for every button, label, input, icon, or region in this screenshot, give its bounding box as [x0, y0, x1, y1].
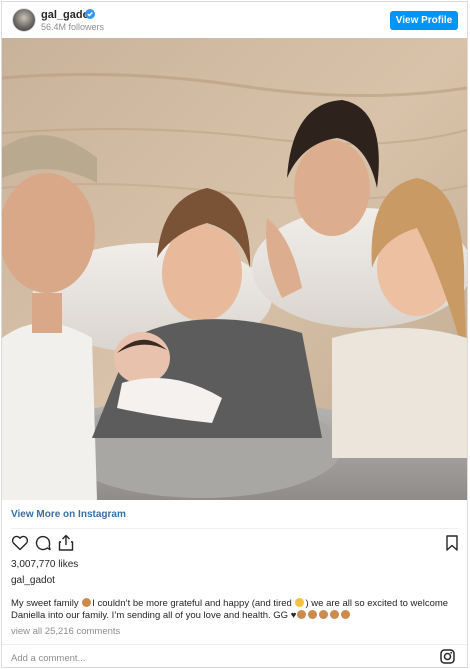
hands-emoji-icon: [308, 610, 318, 619]
view-more-link[interactable]: View More on Instagram: [11, 509, 126, 520]
avatar[interactable]: [12, 8, 36, 32]
hands-emoji-icon: [319, 610, 329, 619]
post-header: gal_gadot 56.4M followers View Profile: [2, 2, 467, 38]
verified-badge-icon: [85, 9, 95, 19]
divider: [11, 528, 458, 529]
family-photo: [2, 38, 467, 500]
caption-text: My sweet family: [11, 598, 82, 609]
caption-text: I couldn’t be more grateful and happy (a…: [92, 598, 295, 609]
divider: [2, 644, 467, 645]
tired-face-emoji-icon: [295, 598, 305, 607]
instagram-icon[interactable]: [440, 649, 455, 664]
post-photo[interactable]: [2, 38, 467, 500]
poster-username[interactable]: gal_gadot: [11, 575, 55, 586]
add-comment-input[interactable]: Add a comment...: [11, 653, 85, 664]
heart-icon[interactable]: [11, 534, 29, 552]
caption: My sweet family I couldn’t be more grate…: [11, 598, 461, 622]
share-icon[interactable]: [57, 534, 75, 552]
hands-emoji-icon: [82, 598, 92, 607]
instagram-embed: gal_gadot 56.4M followers View Profile V…: [1, 1, 468, 668]
view-profile-button[interactable]: View Profile: [390, 11, 458, 30]
hands-emoji-icon: [341, 610, 351, 619]
hands-emoji-icon: [297, 610, 307, 619]
follower-count: 56.4M followers: [41, 22, 105, 32]
action-bar: [11, 534, 461, 554]
comment-icon[interactable]: [34, 534, 52, 552]
hands-emoji-icon: [330, 610, 340, 619]
like-count: 3,007,770 likes: [11, 559, 79, 570]
bookmark-icon[interactable]: [443, 534, 461, 552]
view-comments-link[interactable]: view all 25,216 comments: [11, 626, 120, 637]
